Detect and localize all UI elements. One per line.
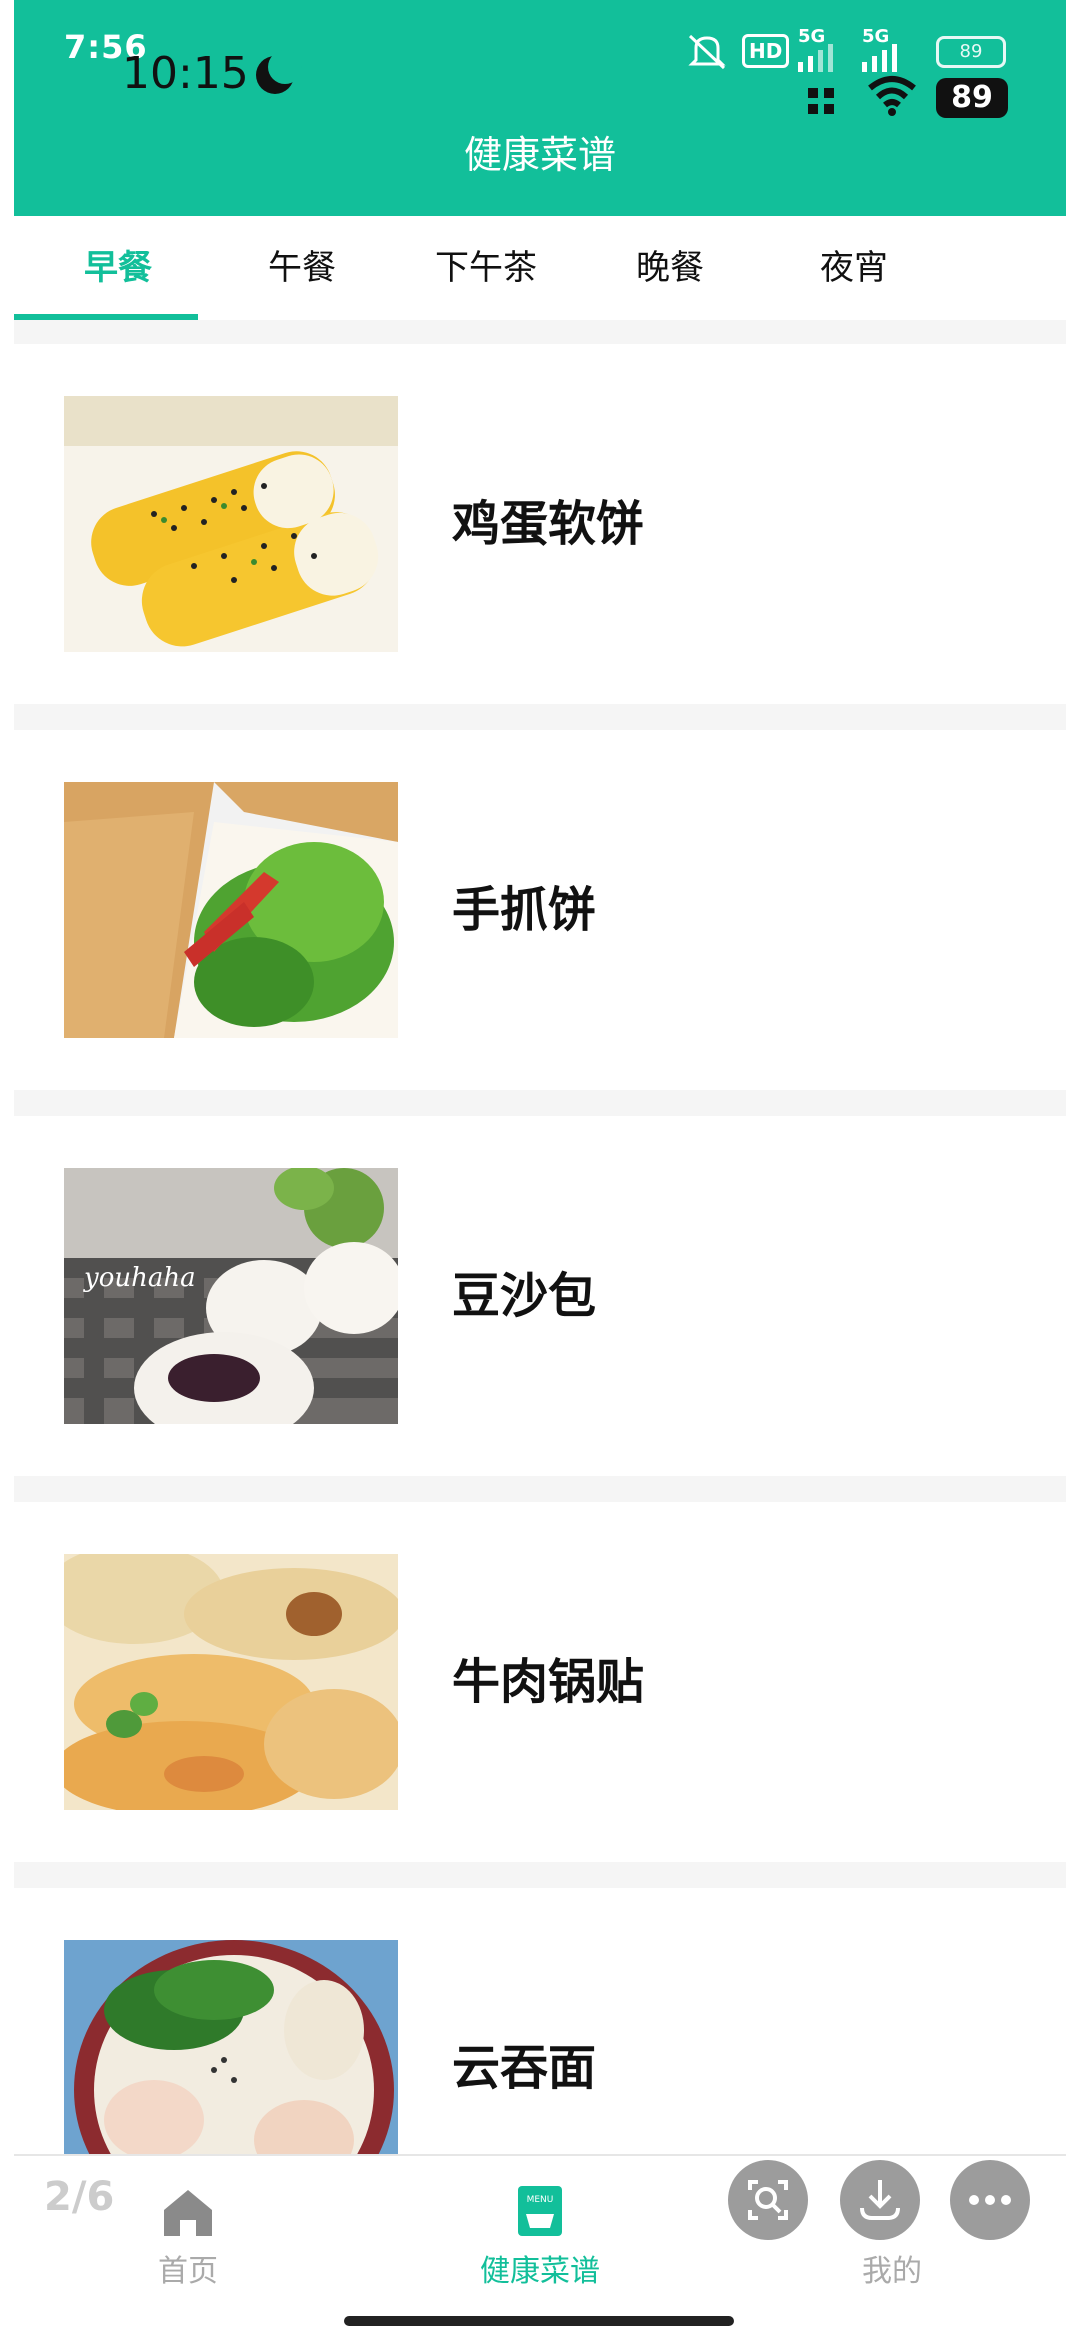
hd-badge: HD [742,34,790,68]
more-button[interactable] [950,2160,1030,2240]
image-search-icon [748,2180,788,2220]
recipe-name: 云吞面 [452,2040,597,2096]
tab-lunch[interactable]: 午餐 [210,216,394,320]
recipe-name: 手抓饼 [452,882,597,938]
recipe-card[interactable]: 鸡蛋软饼 [14,344,1066,704]
tab-late-night[interactable]: 夜宵 [762,216,946,320]
battery-outline-indicator: 89 [936,36,1006,68]
app-header: 7:56 10:15 HD 5G 5G 89 89 健康菜谱 [14,0,1066,216]
nav-healthy-recipes-label: 健康菜谱 [480,2254,600,2289]
recipe-card[interactable]: 云吞面 [14,1888,1066,2154]
home-indicator[interactable] [344,2316,734,2326]
signal-icon-2 [862,44,897,72]
category-tabs: 早餐 午餐 下午茶 晚餐 夜宵 [14,216,1066,320]
do-not-disturb-icon [256,50,302,94]
download-icon [860,2180,900,2220]
recipe-name: 鸡蛋软饼 [452,496,645,552]
red-bean-bun-image: youhaha [64,1168,398,1424]
battery-indicator: 89 [936,78,1008,118]
wifi-icon [868,76,916,116]
beef-potsticker-image [64,1554,398,1810]
status-time: 10:15 [122,48,249,99]
recipe-name: 豆沙包 [452,1268,597,1324]
tab-breakfast[interactable]: 早餐 [26,216,210,320]
recipe-card[interactable]: 手抓饼 [14,730,1066,1090]
recipe-card[interactable]: 牛肉锅贴 [14,1502,1066,1862]
recipe-card[interactable]: youhaha 豆沙包 [14,1116,1066,1476]
page-title: 健康菜谱 [463,133,616,177]
download-button[interactable] [840,2160,920,2240]
signal-icon [798,44,833,72]
nav-home[interactable]: 首页 [38,2156,338,2296]
wonton-noodle-image [64,1940,398,2154]
tab-afternoon-tea[interactable]: 下午茶 [394,216,578,320]
recipe-list[interactable]: 鸡蛋软饼 手抓饼 youhaha 豆沙包 牛肉锅贴 云吞面 [14,320,1066,2154]
app-grid-icon [808,88,834,114]
svg-text:MENU: MENU [527,2195,554,2205]
tab-dinner[interactable]: 晚餐 [578,216,762,320]
status-icons: HD 5G 5G 89 89 [686,26,1008,118]
nav-healthy-recipes[interactable]: MENU 健康菜谱 [390,2156,690,2296]
more-icon [969,2195,1011,2205]
nav-home-label: 首页 [158,2254,218,2289]
recipe-name: 牛肉锅贴 [452,1654,645,1710]
image-watermark: youhaha [83,1263,196,1293]
home-icon [164,2190,212,2236]
hand-grabbed-pancake-image [64,782,398,1038]
image-search-button[interactable] [728,2160,808,2240]
menu-book-icon: MENU [518,2186,562,2236]
nav-profile-label: 我的 [862,2254,922,2289]
egg-pancake-roll-image [64,396,398,652]
mute-icon [688,34,726,70]
